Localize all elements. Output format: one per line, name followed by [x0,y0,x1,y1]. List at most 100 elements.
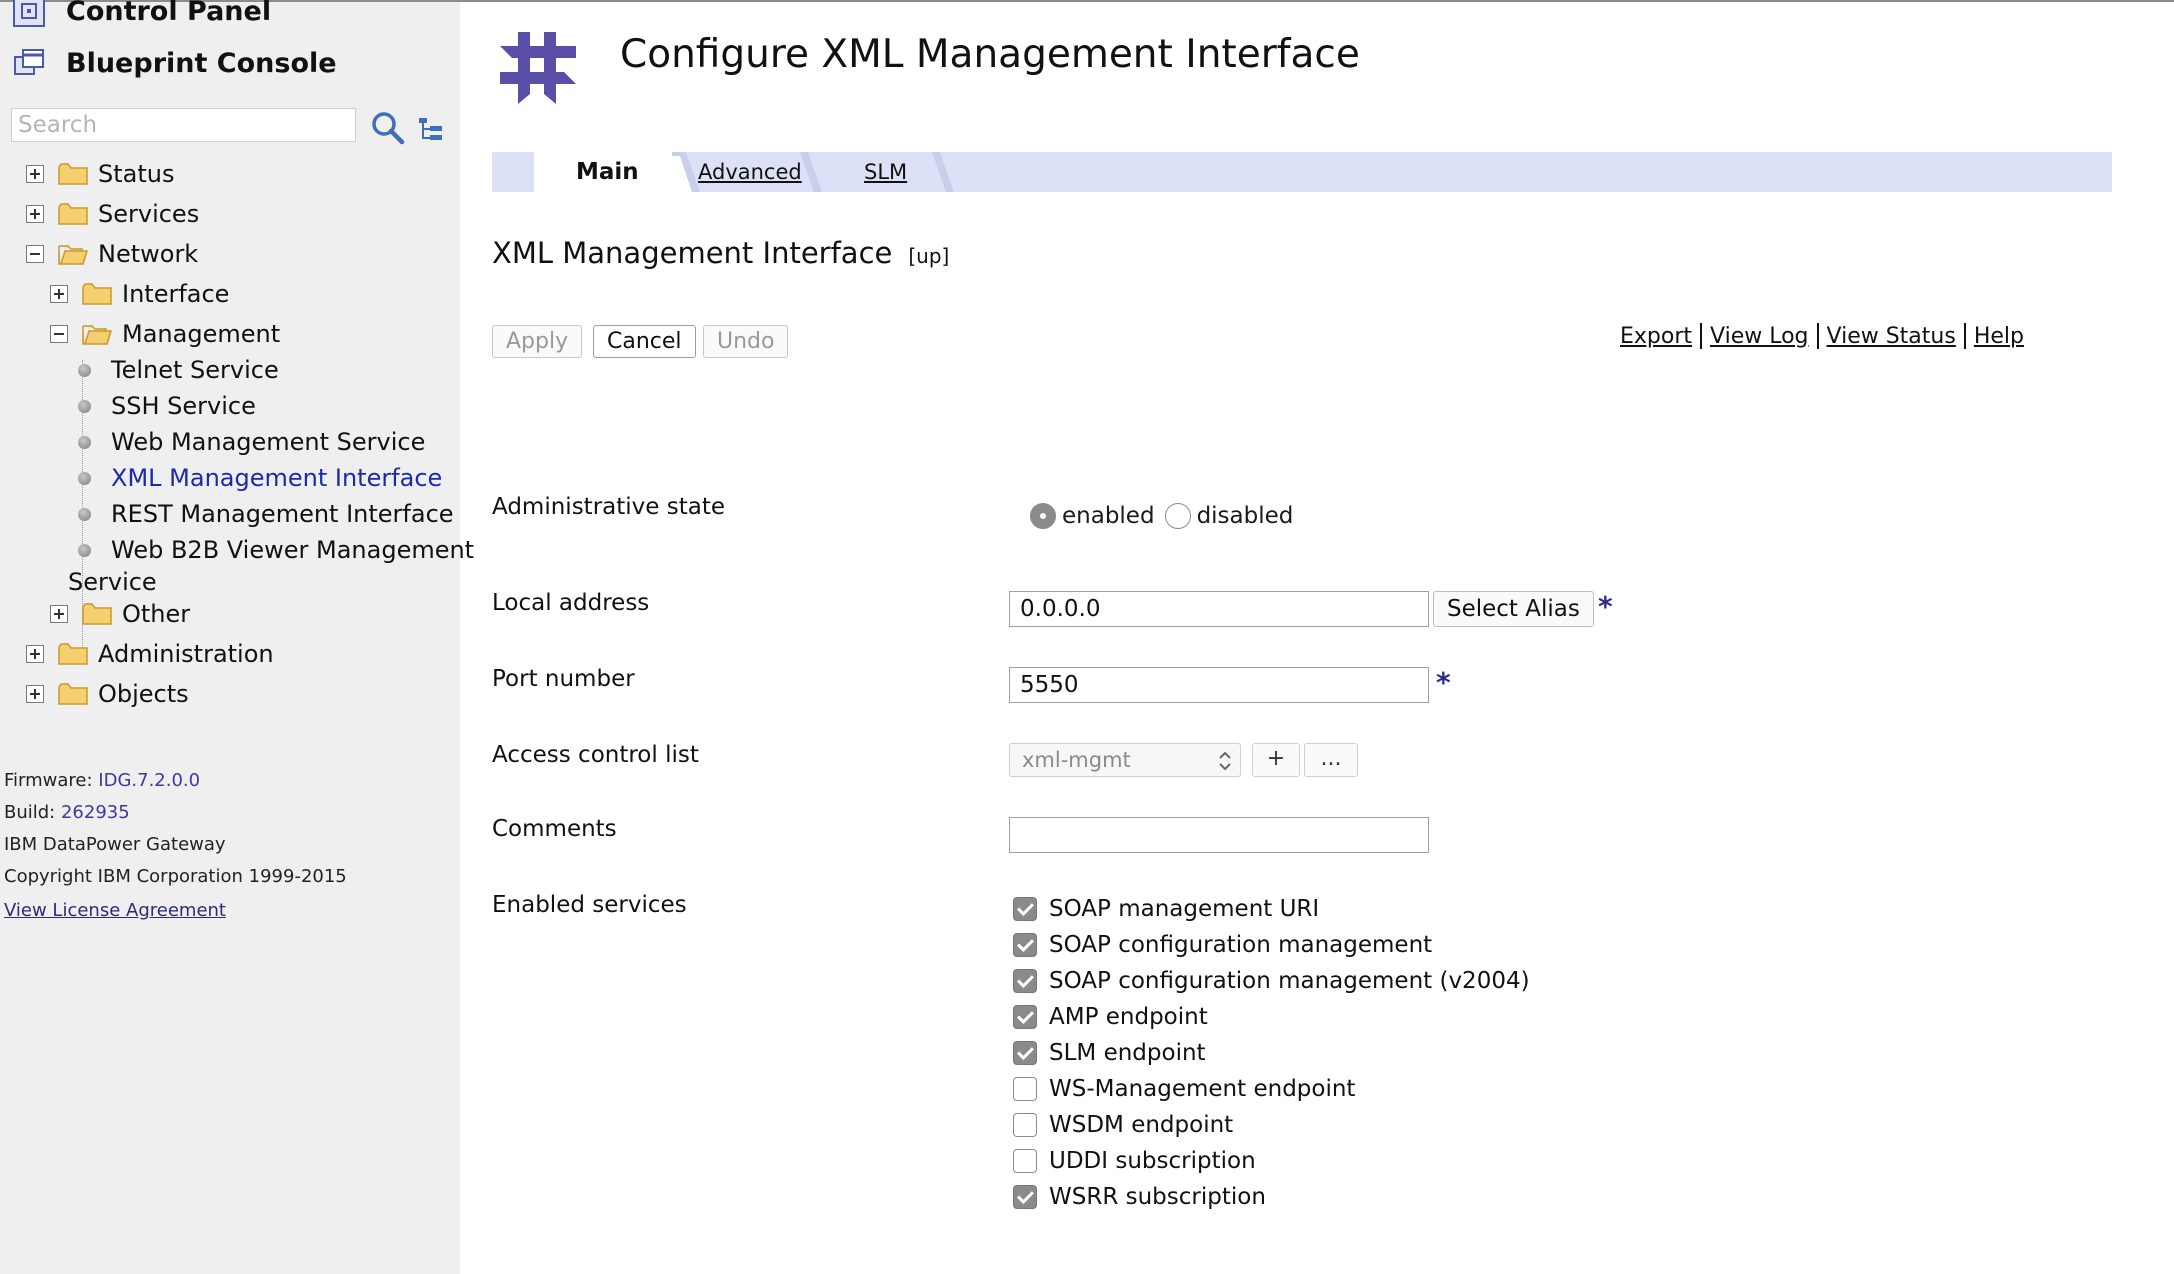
service-checkbox-row[interactable]: SLM endpoint [1013,1040,1206,1066]
select-arrows-icon [1219,751,1231,771]
admin-state-enabled-radio[interactable] [1030,503,1056,529]
tree-leaf-telnet-service[interactable]: Telnet Service [78,356,279,384]
service-checkbox[interactable] [1013,1041,1037,1065]
acl-select[interactable]: xml-mgmt [1009,743,1241,777]
control-panel-link[interactable]: Control Panel [12,0,271,28]
service-label: WSRR subscription [1049,1184,1266,1210]
view-status-link[interactable]: View Status [1827,324,1956,349]
tab-divider [672,152,700,192]
collapse-icon[interactable] [26,245,44,263]
required-marker: * [1436,666,1451,699]
tree-leaf-web-management-service[interactable]: Web Management Service [78,428,425,456]
tree-node-network[interactable]: Network [26,240,198,268]
tree-node-management[interactable]: Management [50,320,280,348]
expand-icon[interactable] [26,645,44,663]
license-link[interactable]: View License Agreement [4,900,226,921]
help-link[interactable]: Help [1974,324,2024,349]
service-checkbox[interactable] [1013,1077,1037,1101]
folder-icon [82,283,112,305]
admin-state-label: Administrative state [492,494,725,520]
service-checkbox[interactable] [1013,1185,1037,1209]
build-value: 262935 [60,802,130,823]
tree-label: Status [98,160,175,188]
tree-label: Web Management Service [111,428,426,456]
service-checkbox-row[interactable]: UDDI subscription [1013,1148,1256,1174]
service-checkbox-row[interactable]: WSDM endpoint [1013,1112,1233,1138]
undo-button[interactable]: Undo [703,325,789,358]
tab-main[interactable]: Main [534,152,681,192]
blueprint-console-label: Blueprint Console [66,47,337,79]
port-number-input[interactable] [1009,667,1429,703]
apply-button[interactable]: Apply [492,325,583,358]
tree-label: XML Management Interface [111,464,443,492]
admin-state-disabled-radio[interactable] [1164,503,1191,529]
folder-icon [58,163,88,185]
export-link[interactable]: Export [1620,324,1692,349]
view-log-link[interactable]: View Log [1710,324,1809,349]
cancel-button[interactable]: Cancel [593,325,696,358]
service-label: SLM endpoint [1049,1040,1206,1066]
tree-label: Other [122,600,191,628]
select-alias-button[interactable]: Select Alias [1433,591,1594,627]
section-title: XML Management Interface [up] [492,236,949,270]
tree-node-objects[interactable]: Objects [26,680,189,708]
tab-advanced[interactable]: Advanced [698,152,802,192]
bullet-icon [78,543,91,557]
service-checkbox[interactable] [1013,1149,1037,1173]
tree-leaf-xml-management-interface[interactable]: XML Management Interface [78,464,442,492]
folder-open-icon [82,325,112,345]
tree-leaf-rest-management-interface[interactable]: REST Management Interface [78,500,454,528]
service-label: WS-Management endpoint [1049,1076,1356,1102]
folder-icon [58,203,88,225]
collapse-icon[interactable] [50,325,68,343]
comments-input[interactable] [1009,817,1429,853]
tree-leaf-ssh-service[interactable]: SSH Service [78,392,256,420]
separator [1700,323,1703,349]
expand-icon[interactable] [26,685,44,703]
tree-leaf-web-b2b-viewer[interactable]: Web B2B Viewer Management [78,536,474,564]
page-title: Configure XML Management Interface [620,32,1360,77]
folder-open-icon [58,245,88,265]
service-checkbox[interactable] [1013,969,1037,993]
tree-node-status[interactable]: Status [26,160,174,188]
bullet-icon [78,399,91,413]
expand-icon[interactable] [26,205,44,223]
tree-node-administration[interactable]: Administration [26,640,274,668]
tree-node-interface[interactable]: Interface [50,280,229,308]
blueprint-console-link[interactable]: Blueprint Console [12,46,337,80]
service-checkbox[interactable] [1013,1113,1037,1137]
service-label: SOAP configuration management [1049,932,1433,958]
service-checkbox-row[interactable]: AMP endpoint [1013,1004,1208,1030]
service-checkbox-row[interactable]: SOAP configuration management [1013,932,1432,958]
tree-view-icon[interactable] [416,114,446,144]
service-checkbox[interactable] [1013,897,1037,921]
search-input[interactable] [11,108,356,142]
service-label: SOAP configuration management (v2004) [1049,968,1530,994]
local-address-input[interactable] [1009,591,1429,627]
bullet-icon [78,471,91,485]
search-icon[interactable] [368,108,408,148]
folder-icon [82,603,112,625]
local-address-label: Local address [492,590,650,616]
service-checkbox[interactable] [1013,1005,1037,1029]
action-links: Export View Log View Status Help [1620,323,2024,349]
blueprint-console-icon [14,49,44,75]
service-checkbox-row[interactable]: SOAP configuration management (v2004) [1013,968,1530,994]
build-label: Build: [4,802,56,823]
service-checkbox[interactable] [1013,933,1037,957]
acl-add-button[interactable]: + [1252,743,1300,777]
expand-icon[interactable] [26,165,44,183]
tab-slm[interactable]: SLM [864,152,907,192]
service-checkbox-row[interactable]: SOAP management URI [1013,896,1319,922]
comments-label: Comments [492,816,617,842]
tree-leaf-web-b2b-viewer-wrap[interactable]: Service [68,568,157,596]
acl-edit-button[interactable]: ... [1304,743,1358,777]
bullet-icon [78,363,91,377]
service-checkbox-row[interactable]: WSRR subscription [1013,1184,1266,1210]
expand-icon[interactable] [50,605,68,623]
expand-icon[interactable] [50,285,68,303]
required-marker: * [1598,590,1613,623]
tree-node-other[interactable]: Other [50,600,190,628]
service-checkbox-row[interactable]: WS-Management endpoint [1013,1076,1355,1102]
tree-node-services[interactable]: Services [26,200,199,228]
